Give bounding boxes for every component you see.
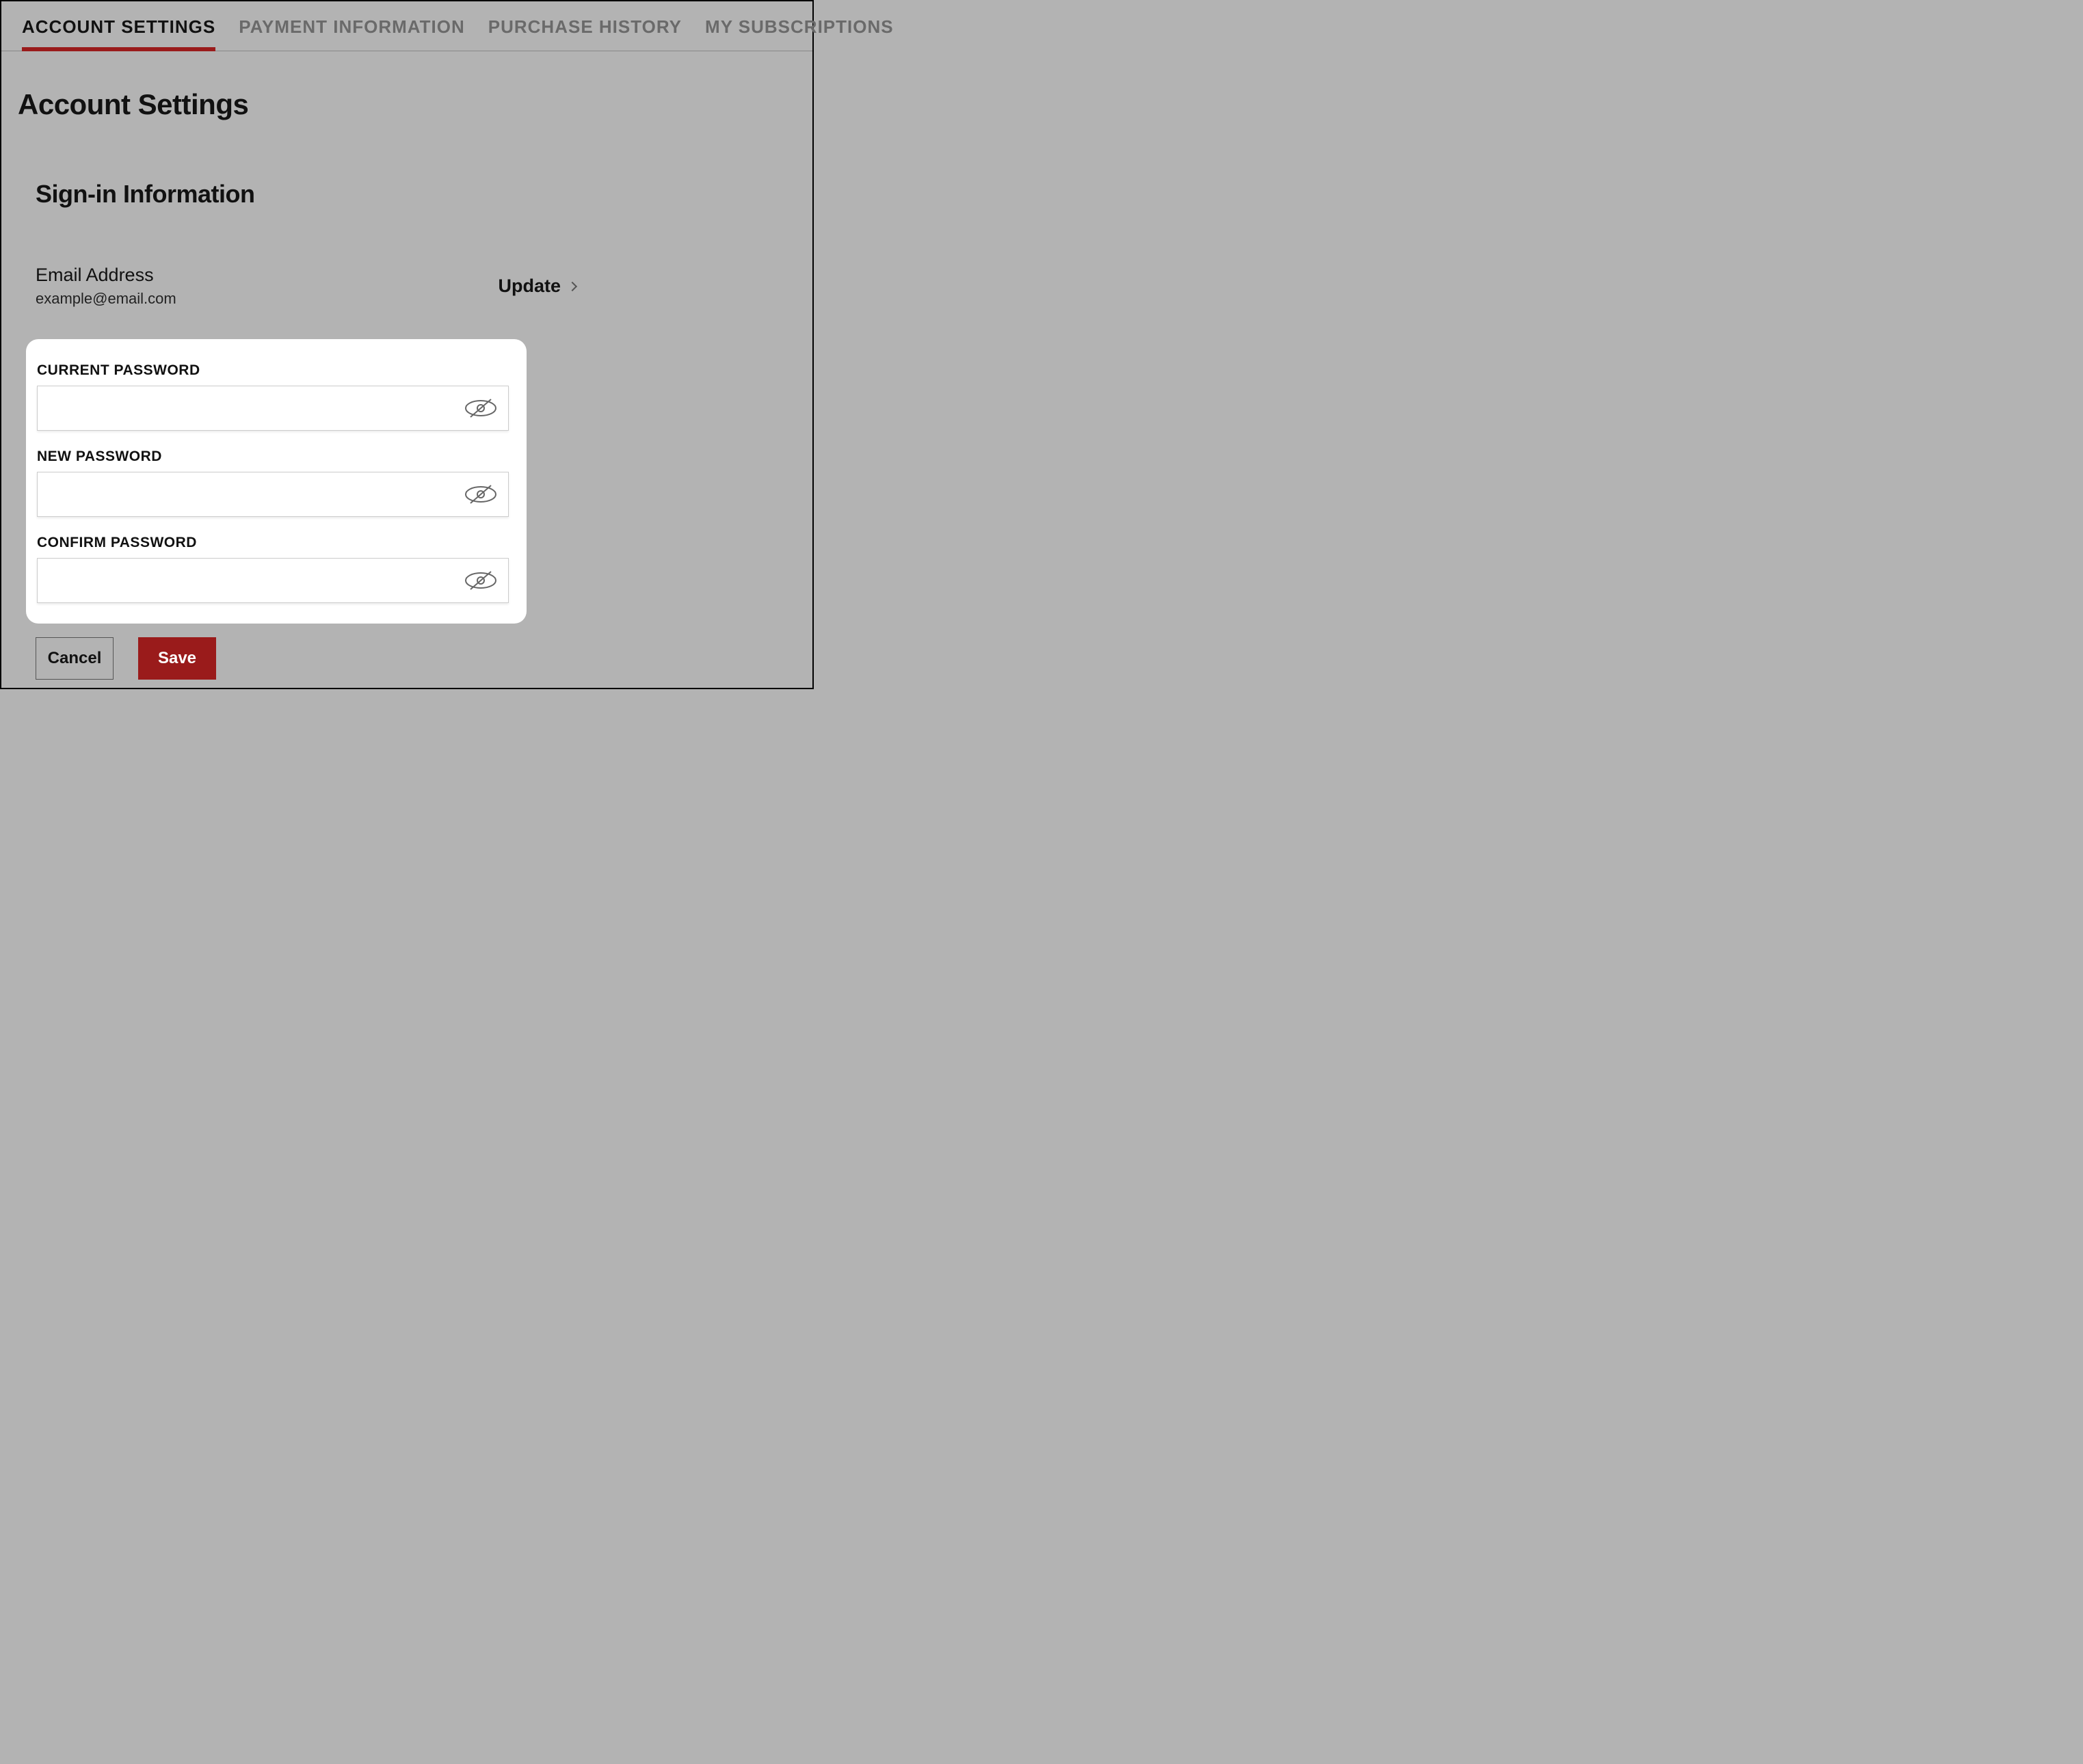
- current-password-wrap: [37, 386, 509, 431]
- cancel-button[interactable]: Cancel: [36, 637, 114, 680]
- email-label: Email Address: [36, 265, 176, 286]
- toggle-confirm-password-visibility[interactable]: [464, 570, 498, 591]
- confirm-password-label: CONFIRM PASSWORD: [37, 535, 509, 551]
- update-email-link[interactable]: Update: [498, 276, 576, 297]
- chevron-right-icon: [568, 281, 577, 291]
- new-password-label: NEW PASSWORD: [37, 449, 509, 465]
- new-password-group: NEW PASSWORD: [37, 449, 509, 517]
- update-link-label: Update: [498, 276, 561, 297]
- email-value: example@email.com: [36, 290, 176, 308]
- password-card: CURRENT PASSWORD NEW PASSWORD: [26, 339, 527, 624]
- section-title: Sign-in Information: [36, 180, 812, 209]
- toggle-current-password-visibility[interactable]: [464, 398, 498, 418]
- tab-purchase-history[interactable]: PURCHASE HISTORY: [488, 16, 682, 51]
- tab-payment-information[interactable]: PAYMENT INFORMATION: [239, 16, 465, 51]
- save-button[interactable]: Save: [138, 637, 216, 680]
- page-title: Account Settings: [18, 88, 812, 121]
- email-block: Email Address example@email.com: [36, 265, 176, 308]
- email-row: Email Address example@email.com Update: [36, 265, 576, 308]
- eye-slash-icon: [464, 484, 498, 505]
- tab-my-subscriptions[interactable]: MY SUBSCRIPTIONS: [705, 16, 894, 51]
- eye-slash-icon: [464, 398, 498, 418]
- toggle-new-password-visibility[interactable]: [464, 484, 498, 505]
- confirm-password-group: CONFIRM PASSWORD: [37, 535, 509, 603]
- tab-account-settings[interactable]: ACCOUNT SETTINGS: [22, 16, 215, 51]
- current-password-input[interactable]: [37, 386, 509, 431]
- new-password-input[interactable]: [37, 472, 509, 517]
- button-row: Cancel Save: [36, 637, 812, 680]
- current-password-group: CURRENT PASSWORD: [37, 362, 509, 431]
- eye-slash-icon: [464, 570, 498, 591]
- confirm-password-wrap: [37, 558, 509, 603]
- current-password-label: CURRENT PASSWORD: [37, 362, 509, 379]
- new-password-wrap: [37, 472, 509, 517]
- confirm-password-input[interactable]: [37, 558, 509, 603]
- tabs-bar: ACCOUNT SETTINGS PAYMENT INFORMATION PUR…: [1, 1, 812, 51]
